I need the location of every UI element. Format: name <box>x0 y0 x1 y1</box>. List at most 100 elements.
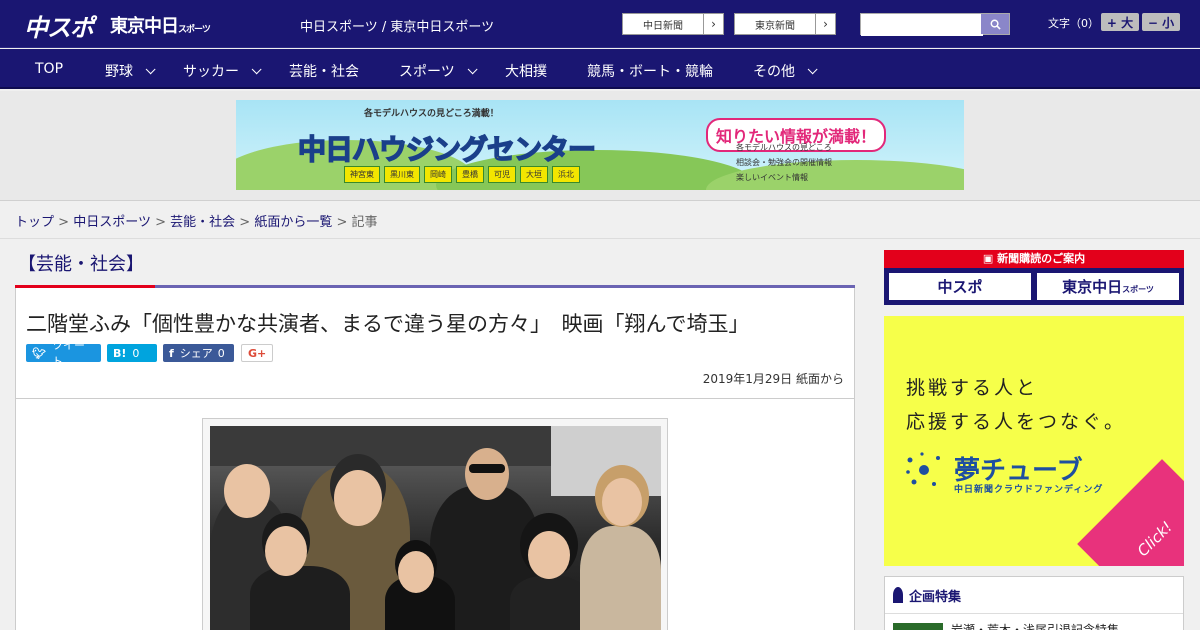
sunglasses-icon <box>469 464 505 473</box>
ad-copy-line2: 応援する人をつなぐ。 <box>906 411 1127 433</box>
breadcrumb-current: 記事 <box>351 215 378 230</box>
breadcrumb-sep: > <box>239 215 251 230</box>
banner-area: 各モデルハウスの見どころ満載！ 中日ハウジングセンター 神宮東 黒川東 岡崎 豊… <box>0 91 1200 201</box>
nav-keiba[interactable]: 競馬・ボート・競輪 <box>587 61 713 81</box>
ad-corner <box>1077 459 1184 566</box>
nav-sports[interactable]: スポーツ <box>399 61 478 81</box>
photo-face <box>602 478 642 526</box>
nav-entertainment[interactable]: 芸能・社会 <box>289 61 359 81</box>
banner-tag: 黒川東 <box>384 166 420 183</box>
facebook-share-label: シェア <box>179 347 213 360</box>
site-header: 中スポ 東京中日スポーツ 中日スポーツ / 東京中日スポーツ 中日新聞 › 東京… <box>0 0 1200 48</box>
nav-soccer-label: サッカー <box>183 64 239 80</box>
twitter-icon: 🐦︎ <box>32 346 46 360</box>
search-box <box>860 13 1010 36</box>
font-smaller-button[interactable]: − 小 <box>1142 13 1180 31</box>
feature-item-label: 岩瀬・荒木・浅尾引退記念特集 <box>951 623 1120 630</box>
article-photo[interactable] <box>210 426 661 630</box>
subscribe-tokyo-chunichi-button[interactable]: 東京中日スポーツ <box>1036 272 1180 301</box>
nav-soccer[interactable]: サッカー <box>183 61 262 81</box>
tokyo-chunichi-logo[interactable]: 東京中日スポーツ <box>110 12 211 38</box>
hatena-icon: B! <box>113 346 127 360</box>
housing-center-banner[interactable]: 各モデルハウスの見どころ満載！ 中日ハウジングセンター 神宮東 黒川東 岡崎 豊… <box>236 100 964 190</box>
breadcrumb-paper-list[interactable]: 紙面から一覧 <box>254 215 332 230</box>
dots-logo-icon <box>906 452 940 486</box>
nav-sumo-label: 大相撲 <box>505 64 547 80</box>
font-size-label: 文字（0） <box>1048 17 1099 30</box>
tokyo-shimbun-link[interactable]: 東京新聞 › <box>734 13 836 35</box>
breadcrumb-sep: > <box>336 215 348 230</box>
photo-face <box>528 531 570 579</box>
breadcrumb-sep: > <box>58 215 70 230</box>
photo-face <box>224 464 270 518</box>
nav-sumo[interactable]: 大相撲 <box>505 61 547 81</box>
subscribe-chuspo-button[interactable]: 中スポ <box>888 272 1032 301</box>
nav-baseball[interactable]: 野球 <box>105 61 156 81</box>
gplus-icon: G+ <box>248 346 267 360</box>
banner-tag: 豊橋 <box>456 166 484 183</box>
feature-box: 企画特集 岩瀬・荒木・浅尾引退記念特集 <box>884 576 1184 630</box>
facebook-icon: f <box>169 346 174 360</box>
tokyo-chunichi-logo-text: 東京中日 <box>110 16 179 37</box>
banner-tag: 可児 <box>488 166 516 183</box>
article-photo-frame <box>202 418 668 630</box>
article-divider <box>16 398 854 399</box>
banner-tag: 大垣 <box>520 166 548 183</box>
subscription-box: ▣ 新聞購読のご案内 中スポ 東京中日スポーツ <box>884 250 1184 305</box>
main-nav: TOP 野球 サッカー 芸能・社会 スポーツ 大相撲 競馬・ボート・競輪 その他 <box>0 49 1200 89</box>
banner-top-text: 各モデルハウスの見どころ満載！ <box>364 109 499 119</box>
nav-top[interactable]: TOP <box>35 61 63 77</box>
article-headline: 二階堂ふみ「個性豊かな共演者、まるで違う星の方々」 映画「翔んで埼玉」 <box>26 312 750 336</box>
banner-list-item: 楽しいイベント情報 <box>736 173 808 182</box>
ad-copy-line1: 挑戦する人と <box>906 377 1039 399</box>
feature-title: 企画特集 <box>909 589 962 605</box>
banner-list: 各モデルハウスの見どころ 相談会・勉強会の開催情報 楽しいイベント情報 <box>736 140 832 185</box>
article-box: 二階堂ふみ「個性豊かな共演者、まるで違う星の方々」 映画「翔んで埼玉」 🐦︎ ツ… <box>15 288 855 630</box>
chuspo-logo[interactable]: 中スポ <box>24 8 94 43</box>
breadcrumb: トップ > 中日スポーツ > 芸能・社会 > 紙面から一覧 > 記事 <box>0 202 1200 239</box>
search-button[interactable] <box>981 14 1009 34</box>
photo-person <box>580 526 661 630</box>
breadcrumb-entertainment[interactable]: 芸能・社会 <box>170 215 235 230</box>
tweet-label: ツイート <box>51 339 85 368</box>
breadcrumb-chuspo[interactable]: 中日スポーツ <box>73 215 151 230</box>
facebook-share-button[interactable]: f シェア 0 <box>163 344 234 362</box>
subscription-strip[interactable]: ▣ 新聞購読のご案内 <box>884 250 1184 268</box>
nav-other-label: その他 <box>753 64 795 80</box>
nav-entertainment-label: 芸能・社会 <box>289 64 359 80</box>
tweet-button[interactable]: 🐦︎ ツイート <box>26 339 101 368</box>
banner-list-item: 相談会・勉強会の開催情報 <box>736 158 832 167</box>
nav-top-label: TOP <box>35 61 64 77</box>
hatena-button[interactable]: B! 0 <box>107 344 157 362</box>
subscription-strip-label: 新聞購読のご案内 <box>997 252 1086 265</box>
banner-list-item: 各モデルハウスの見どころ <box>736 143 832 152</box>
subscribe-tokyo-chunichi-small: スポーツ <box>1122 285 1154 294</box>
chunichi-shimbun-label: 中日新聞 <box>643 20 683 32</box>
search-input[interactable] <box>861 16 983 36</box>
chevron-down-icon <box>467 63 478 74</box>
chunichi-shimbun-link[interactable]: 中日新聞 › <box>622 13 724 35</box>
ad-copy: 挑戦する人と 応援する人をつなぐ。 <box>906 371 1126 439</box>
font-bigger-button[interactable]: + 大 <box>1101 13 1139 31</box>
nav-baseball-label: 野球 <box>105 64 133 80</box>
tokyo-chunichi-logo-small: スポーツ <box>178 25 211 35</box>
feature-thumb <box>893 622 943 630</box>
banner-tag: 浜北 <box>552 166 580 183</box>
nav-keiba-label: 競馬・ボート・競輪 <box>587 64 713 80</box>
photo-person <box>510 576 590 630</box>
site-name: 中日スポーツ / 東京中日スポーツ <box>300 20 495 35</box>
ad-brand-sub: 中日新聞クラウドファンディング <box>954 485 1104 495</box>
yume-tube-ad[interactable]: 挑戦する人と 応援する人をつなぐ。 夢チューブ 中日新聞クラウドファンディング … <box>884 316 1184 566</box>
nav-other[interactable]: その他 <box>753 61 818 81</box>
tokyo-shimbun-label: 東京新聞 <box>755 20 795 32</box>
chevron-down-icon <box>145 63 156 74</box>
chevron-down-icon <box>807 63 818 74</box>
breadcrumb-top[interactable]: トップ <box>15 215 54 230</box>
nav-sports-label: スポーツ <box>399 64 455 80</box>
photo-face <box>398 551 434 593</box>
photo-face <box>465 448 509 500</box>
feature-item[interactable]: 岩瀬・荒木・浅尾引退記念特集 <box>893 621 1119 630</box>
gplus-button[interactable]: G+ <box>241 344 273 362</box>
banner-tag: 岡崎 <box>424 166 452 183</box>
photo-face <box>334 470 382 526</box>
